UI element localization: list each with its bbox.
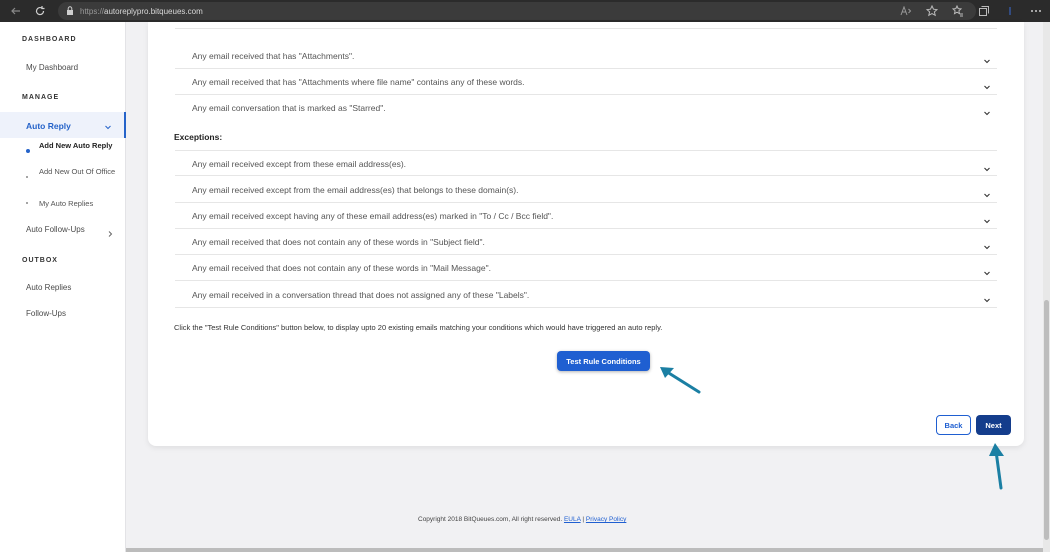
exception-row-subject[interactable]: Any email received that does not contain… <box>175 229 997 255</box>
chevron-down-icon[interactable] <box>983 291 991 309</box>
exceptions-heading: Exceptions: <box>174 132 223 142</box>
exception-text: Any email received except from the email… <box>192 185 519 195</box>
rule-conditions-card: Any email received that has "Attachments… <box>148 22 1024 446</box>
chevron-down-icon[interactable] <box>983 160 991 178</box>
footer: Copyright 2018 BitQueues.com, All right … <box>418 516 626 523</box>
back-button[interactable]: Back <box>936 415 971 435</box>
refresh-icon[interactable] <box>32 3 48 19</box>
exception-row-mail-message[interactable]: Any email received that does not contain… <box>175 255 997 281</box>
annotation-arrow-icon <box>989 443 1004 490</box>
url-protocol: https:// <box>80 6 105 16</box>
sidebar-item-follow-ups[interactable]: Follow-Ups <box>26 309 66 318</box>
condition-text: Any email received that has "Attachments… <box>192 51 355 61</box>
collections-icon[interactable] <box>976 3 992 19</box>
lock-icon <box>66 5 74 17</box>
browser-toolbar: https://autoreplypro.bitqueues.com <box>0 0 1050 22</box>
condition-row-starred[interactable]: Any email conversation that is marked as… <box>175 95 997 121</box>
bullet-icon <box>26 202 28 204</box>
profile-chrome-icon[interactable] <box>1002 3 1018 19</box>
sidebar-heading-outbox: OUTBOX <box>22 257 58 264</box>
sidebar-sub-add-new-auto-reply[interactable]: Add New Auto Reply <box>39 140 119 152</box>
scrollbar-thumb[interactable] <box>1044 300 1049 540</box>
sidebar-sub-add-new-out-of-office[interactable]: Add New Out Of Office <box>39 166 119 178</box>
url-host: autoreplypro.bitqueues.com <box>104 6 203 16</box>
more-menu-icon[interactable] <box>1028 3 1044 19</box>
exception-text: Any email received that does not contain… <box>192 263 491 273</box>
exception-text: Any email received that does not contain… <box>192 237 485 247</box>
exception-text: Any email received except having any of … <box>192 211 554 221</box>
test-hint-text: Click the "Test Rule Conditions" button … <box>174 323 663 332</box>
exception-row-email-addresses[interactable]: Any email received except from these ema… <box>175 150 997 176</box>
test-rule-conditions-button[interactable]: Test Rule Conditions <box>557 351 650 371</box>
footer-copyright: Copyright 2018 BitQueues.com, All right … <box>418 516 563 523</box>
chevron-down-icon[interactable] <box>983 238 991 256</box>
sidebar-item-auto-reply[interactable]: Auto Reply <box>0 112 126 138</box>
sidebar-item-auto-reply-label: Auto Reply <box>26 121 71 131</box>
chevron-down-icon[interactable] <box>983 186 991 204</box>
bullet-icon <box>26 176 28 178</box>
sidebar-item-auto-follow-ups[interactable]: Auto Follow-Ups <box>26 225 85 234</box>
favorites-icon[interactable] <box>950 3 966 19</box>
sidebar: DASHBOARD My Dashboard MANAGE Auto Reply… <box>0 22 126 552</box>
chevron-down-icon[interactable] <box>983 212 991 230</box>
eula-link[interactable]: EULA <box>564 516 581 523</box>
exception-row-to-cc-bcc[interactable]: Any email received except having any of … <box>175 203 997 229</box>
chevron-down-icon[interactable] <box>983 78 991 96</box>
chevron-right-icon <box>106 225 114 243</box>
chevron-down-icon <box>104 118 112 136</box>
sidebar-item-my-dashboard[interactable]: My Dashboard <box>26 63 78 72</box>
condition-text: Any email received that has "Attachments… <box>192 77 525 87</box>
exception-text: Any email received in a conversation thr… <box>192 290 530 300</box>
back-arrow-icon[interactable] <box>8 3 24 19</box>
read-aloud-icon[interactable] <box>898 3 914 19</box>
annotation-arrow-icon <box>660 367 701 394</box>
address-bar[interactable]: https://autoreplypro.bitqueues.com <box>58 2 976 20</box>
add-favorite-icon[interactable] <box>924 3 940 19</box>
exception-row-domains[interactable]: Any email received except from the email… <box>175 177 997 203</box>
sidebar-item-auto-replies[interactable]: Auto Replies <box>26 283 71 292</box>
privacy-policy-link[interactable]: Privacy Policy <box>586 516 626 523</box>
chevron-down-icon[interactable] <box>983 264 991 282</box>
next-button[interactable]: Next <box>976 415 1011 435</box>
condition-row-attachments[interactable]: Any email received that has "Attachments… <box>175 43 997 69</box>
exception-row-labels[interactable]: Any email received in a conversation thr… <box>175 282 997 308</box>
condition-text: Any email conversation that is marked as… <box>192 103 386 113</box>
chevron-down-icon[interactable] <box>983 52 991 70</box>
row-partial <box>175 23 997 29</box>
sidebar-heading-manage: MANAGE <box>22 94 60 101</box>
bullet-icon <box>26 149 30 153</box>
exception-text: Any email received except from these ema… <box>192 159 407 169</box>
chevron-down-icon[interactable] <box>983 104 991 122</box>
condition-row-attachment-filename[interactable]: Any email received that has "Attachments… <box>175 69 997 95</box>
horizontal-scrollbar[interactable] <box>126 548 1043 552</box>
sidebar-heading-dashboard: DASHBOARD <box>22 36 77 43</box>
sidebar-sub-my-auto-replies[interactable]: My Auto Replies <box>39 198 119 210</box>
